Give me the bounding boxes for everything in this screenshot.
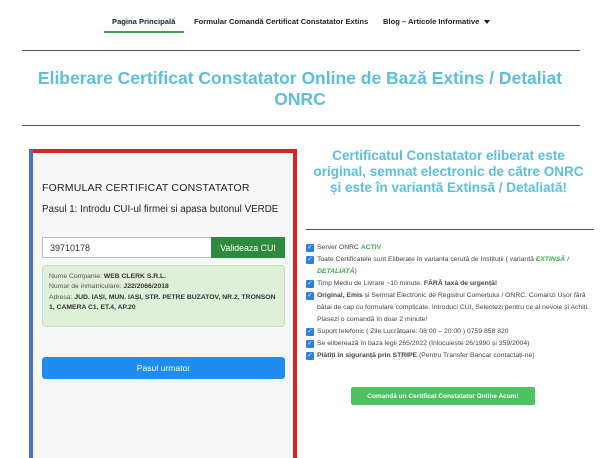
divider-bottom [22, 125, 580, 126]
company-info-box: Nume Companie: WEB CLERK S.R.L. Numar de… [42, 265, 285, 327]
company-name-value: WEB CLERK S.R.L. [103, 273, 167, 280]
feature-highlight: , Emis [342, 292, 363, 299]
form-title: FORMULAR CERTIFICAT CONSTATATOR [42, 182, 250, 194]
feature-text: Timp Mediu de Livrare ~10 minute. [317, 280, 424, 287]
company-reg-value: J22/2066/2018 [123, 283, 169, 291]
feature-highlight: Original [317, 292, 343, 299]
feature-highlight: Plătiți în siguranță prin STRIPE [317, 352, 418, 359]
divider-top [22, 50, 580, 51]
chevron-down-icon [484, 20, 491, 24]
list-item: ✓ Plătiți în siguranță prin STRIPE (Pentr… [306, 350, 594, 362]
check-icon: ✓ [306, 280, 314, 288]
validate-cui-button[interactable]: Valideaza CUI [211, 237, 285, 258]
right-title: Certificatul Constatator eliberat este o… [313, 148, 584, 195]
check-icon: ✓ [306, 292, 314, 300]
feature-highlight: FĂRĂ taxă de urgență! [423, 280, 498, 287]
check-icon: ✓ [306, 352, 314, 360]
order-certificate-button[interactable]: Comandă un Certificat Constatator Online… [351, 387, 535, 405]
list-item: ✓ Timp Mediu de Livrare ~10 minute. FĂRĂ … [306, 278, 594, 290]
next-step-button[interactable]: Pasul urmator [42, 357, 285, 379]
top-navigation: Pagina Principală Formular Comandă Certi… [0, 0, 600, 36]
company-reg-label: Numar de inmatriculare: [49, 283, 122, 291]
form-step-instruction: Pasul 1: Introdu CUI-ul firmei si apasa … [42, 204, 279, 215]
feature-text: Toate Certificatele sunt Eliberate în va… [317, 256, 536, 263]
nav-active-indicator [104, 31, 184, 33]
feature-highlight: ACTIV [360, 244, 382, 251]
check-icon: ✓ [306, 244, 314, 252]
check-icon: ✓ [306, 328, 314, 336]
check-icon: ✓ [306, 256, 314, 264]
list-item: ✓ Server ONRC ACTIV [306, 242, 594, 254]
feature-text: ) [354, 268, 357, 275]
list-item: ✓ Se eliberează în baza legii 265/2022 (î… [306, 338, 594, 350]
company-reg-row: Numar de inmatriculare: J22/2066/2018 [49, 282, 278, 292]
company-name-row: Nume Companie: WEB CLERK S.R.L. [49, 272, 278, 282]
list-item: ✓ Original, Emis și Semnat Electronic de … [306, 290, 594, 326]
nav-item-home[interactable]: Pagina Principală [112, 17, 175, 26]
feature-text: Server ONRC [317, 244, 361, 251]
feature-list: ✓ Server ONRC ACTIV ✓ Toate Certificatele … [306, 242, 594, 362]
list-item: ✓ Suport telefonic ( Zile Lucrătoare: 08:… [306, 326, 594, 338]
company-address-label: Adresa: [49, 293, 73, 301]
cui-input[interactable] [42, 237, 212, 258]
divider-right [306, 229, 594, 230]
nav-item-blog[interactable]: Blog – Articole Informative [383, 17, 491, 26]
nav-item-blog-label: Blog – Articole Informative [383, 17, 480, 26]
company-name-label: Nume Companie: [49, 273, 102, 280]
nav-item-order-form[interactable]: Formular Comandă Certificat Constatator … [194, 17, 368, 26]
feature-text: Se eliberează în baza legii 265/2022 (în… [317, 340, 530, 347]
feature-text: Suport telefonic ( Zile Lucrătoare: 08:0… [317, 328, 509, 335]
list-item: ✓ Toate Certificatele sunt Eliberate în v… [306, 254, 594, 278]
company-address-value: JUD. IAȘI, MUN. IAȘI, STR. PETRE BUZATOV… [49, 293, 276, 311]
page-title: Eliberare Certificat Constatator Online … [37, 68, 563, 109]
check-icon: ✓ [306, 340, 314, 348]
company-address-row: Adresa: JUD. IAȘI, MUN. IAȘI, STR. PETRE… [49, 293, 278, 314]
feature-text: (Pentru Transfer Bancar contactați-ne) [417, 352, 535, 359]
